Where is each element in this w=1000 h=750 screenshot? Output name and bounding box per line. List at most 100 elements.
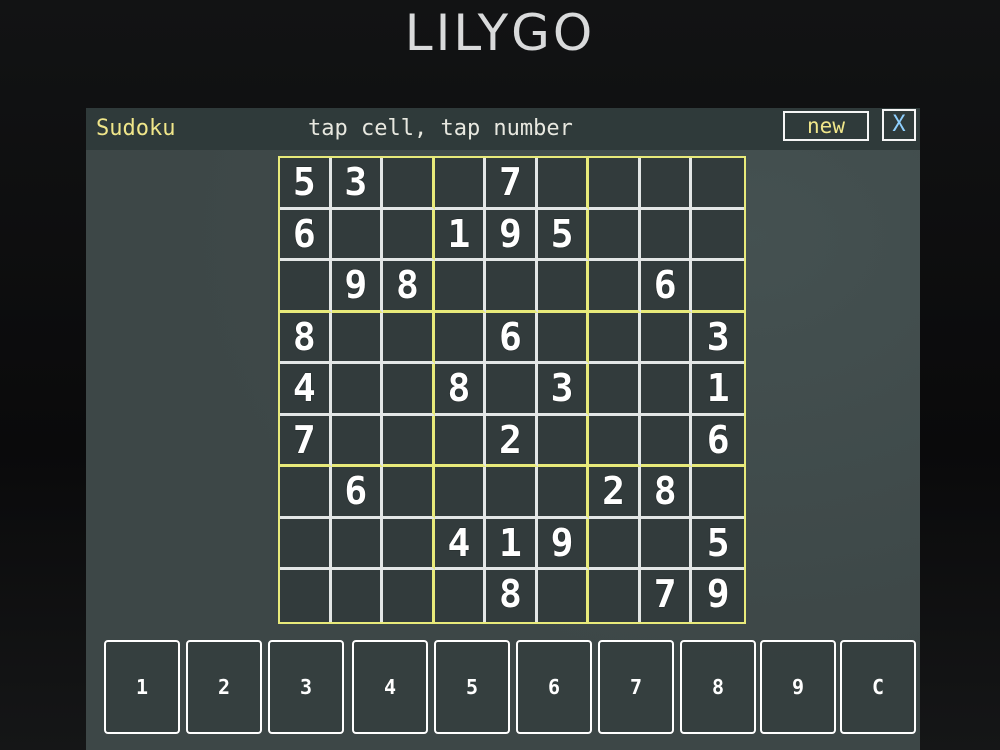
sudoku-cell[interactable] bbox=[537, 158, 590, 210]
sudoku-cell[interactable] bbox=[435, 570, 487, 622]
sudoku-cell[interactable] bbox=[383, 518, 435, 571]
sudoku-cell[interactable] bbox=[640, 209, 693, 262]
sudoku-cell[interactable]: 9 bbox=[537, 518, 590, 571]
sudoku-cell[interactable]: 5 bbox=[280, 158, 332, 210]
new-game-button[interactable]: new bbox=[783, 111, 869, 141]
sudoku-cell[interactable]: 1 bbox=[434, 209, 487, 262]
number-keypad: 1 2 3 4 5 6 7 8 9 C bbox=[104, 626, 916, 738]
sudoku-cell[interactable]: 8 bbox=[486, 570, 538, 622]
close-button[interactable]: X bbox=[882, 109, 916, 141]
sudoku-cell[interactable] bbox=[589, 570, 641, 622]
sudoku-cell[interactable]: 1 bbox=[486, 518, 538, 571]
sudoku-cell[interactable] bbox=[537, 415, 590, 468]
key-3-button[interactable]: 3 bbox=[268, 640, 344, 734]
key-7-button[interactable]: 7 bbox=[598, 640, 674, 734]
sudoku-cell[interactable] bbox=[640, 364, 693, 416]
key-1-button[interactable]: 1 bbox=[104, 640, 180, 734]
sudoku-cell[interactable]: 9 bbox=[692, 570, 744, 622]
sudoku-cell[interactable] bbox=[640, 158, 693, 210]
sudoku-cell[interactable]: 5 bbox=[537, 209, 590, 262]
sudoku-cell[interactable] bbox=[589, 364, 641, 416]
sudoku-cell[interactable] bbox=[434, 312, 487, 365]
sudoku-cell[interactable] bbox=[331, 209, 384, 262]
sudoku-cell[interactable] bbox=[589, 261, 641, 313]
sudoku-cell[interactable] bbox=[486, 261, 538, 313]
sudoku-cell[interactable] bbox=[383, 570, 435, 622]
sudoku-cell[interactable] bbox=[692, 261, 744, 313]
key-8-button[interactable]: 8 bbox=[680, 640, 756, 734]
sudoku-cell[interactable] bbox=[486, 467, 538, 519]
key-5-button[interactable]: 5 bbox=[434, 640, 510, 734]
key-9-button[interactable]: 9 bbox=[760, 640, 836, 734]
sudoku-cell[interactable] bbox=[589, 518, 641, 571]
sudoku-cell[interactable]: 6 bbox=[640, 261, 693, 313]
sudoku-cell[interactable] bbox=[434, 415, 487, 468]
sudoku-cell[interactable]: 4 bbox=[434, 518, 487, 571]
sudoku-cell[interactable]: 2 bbox=[486, 415, 538, 468]
sudoku-cell[interactable]: 6 bbox=[280, 209, 332, 262]
sudoku-cell[interactable] bbox=[280, 570, 332, 622]
sudoku-cell[interactable]: 7 bbox=[280, 415, 332, 468]
sudoku-cell[interactable]: 8 bbox=[640, 467, 693, 519]
sudoku-cell[interactable] bbox=[280, 518, 332, 571]
sudoku-cell[interactable] bbox=[331, 518, 384, 571]
sudoku-cell[interactable] bbox=[383, 467, 435, 519]
sudoku-cell[interactable] bbox=[589, 209, 641, 262]
key-6-button[interactable]: 6 bbox=[516, 640, 592, 734]
sudoku-cell[interactable] bbox=[383, 364, 435, 416]
title-bar: Sudoku tap cell, tap number new X bbox=[86, 108, 920, 150]
sudoku-cell[interactable] bbox=[589, 312, 641, 365]
sudoku-cell[interactable]: 4 bbox=[280, 364, 332, 416]
sudoku-cell[interactable] bbox=[383, 312, 435, 365]
sudoku-cell[interactable] bbox=[537, 312, 590, 365]
sudoku-cell[interactable] bbox=[434, 261, 487, 313]
sudoku-cell[interactable]: 9 bbox=[486, 209, 538, 262]
sudoku-cell[interactable] bbox=[280, 467, 332, 519]
sudoku-cell[interactable] bbox=[383, 158, 435, 210]
sudoku-cell[interactable] bbox=[589, 158, 641, 210]
sudoku-cell[interactable] bbox=[383, 415, 435, 468]
sudoku-cell[interactable]: 3 bbox=[331, 158, 384, 210]
sudoku-cell[interactable]: 8 bbox=[383, 261, 435, 313]
sudoku-cell[interactable]: 2 bbox=[589, 467, 641, 519]
sudoku-cell[interactable]: 8 bbox=[280, 312, 332, 365]
sudoku-cell[interactable] bbox=[589, 415, 641, 468]
clear-button[interactable]: C bbox=[840, 640, 916, 734]
sudoku-cell[interactable] bbox=[383, 209, 435, 262]
sudoku-cell[interactable] bbox=[538, 570, 590, 622]
app-title: Sudoku bbox=[96, 116, 176, 141]
sudoku-cell[interactable]: 3 bbox=[537, 364, 590, 416]
sudoku-cell[interactable] bbox=[692, 467, 744, 519]
sudoku-cell[interactable] bbox=[434, 467, 487, 519]
sudoku-cell[interactable]: 9 bbox=[331, 261, 384, 313]
sudoku-cell[interactable]: 7 bbox=[641, 570, 693, 622]
sudoku-cell[interactable]: 1 bbox=[692, 364, 744, 416]
sudoku-cell[interactable]: 6 bbox=[486, 312, 538, 365]
sudoku-cell[interactable]: 5 bbox=[692, 519, 744, 571]
sudoku-cell[interactable]: 6 bbox=[331, 467, 384, 519]
sudoku-grid: 5 3 7 6 1 9 5 9 8 6 8 6 3 4 8 3 1 7 2 6 … bbox=[278, 156, 746, 624]
device-bezel: LILYGO Sudoku tap cell, tap number new X… bbox=[0, 0, 1000, 750]
key-2-button[interactable]: 2 bbox=[186, 640, 262, 734]
sudoku-cell[interactable] bbox=[331, 364, 384, 416]
sudoku-cell[interactable] bbox=[486, 364, 538, 416]
key-4-button[interactable]: 4 bbox=[352, 640, 428, 734]
sudoku-cell[interactable] bbox=[640, 415, 693, 468]
sudoku-cell[interactable] bbox=[537, 467, 590, 519]
sudoku-cell[interactable] bbox=[331, 312, 384, 365]
lcd-screen: Sudoku tap cell, tap number new X 5 3 7 … bbox=[86, 108, 920, 750]
sudoku-cell[interactable] bbox=[640, 518, 693, 571]
sudoku-cell[interactable] bbox=[434, 158, 487, 210]
sudoku-cell[interactable] bbox=[692, 210, 744, 262]
sudoku-cell[interactable]: 8 bbox=[434, 364, 487, 416]
sudoku-cell[interactable] bbox=[332, 570, 384, 622]
sudoku-cell[interactable]: 3 bbox=[692, 313, 744, 365]
sudoku-cell[interactable] bbox=[537, 261, 590, 313]
sudoku-cell[interactable] bbox=[280, 261, 332, 313]
sudoku-cell[interactable] bbox=[331, 415, 384, 468]
sudoku-cell[interactable]: 7 bbox=[486, 158, 538, 210]
sudoku-cell[interactable] bbox=[692, 158, 744, 210]
sudoku-cell[interactable]: 6 bbox=[692, 416, 744, 468]
brand-logo: LILYGO bbox=[404, 4, 596, 62]
sudoku-cell[interactable] bbox=[640, 312, 693, 365]
